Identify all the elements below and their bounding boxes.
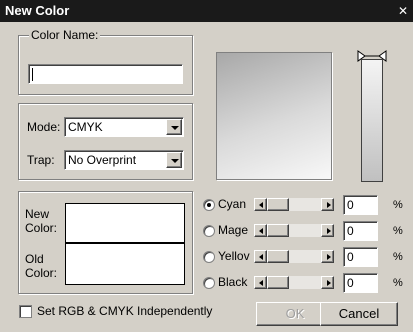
magenta-slider-thumb[interactable] xyxy=(267,224,289,237)
independent-checkbox-label: Set RGB & CMYK Independently xyxy=(37,304,213,318)
black-value: 0 xyxy=(347,276,354,290)
yellow-value: 0 xyxy=(347,250,354,264)
independent-checkbox[interactable] xyxy=(19,305,32,318)
color-picker-field[interactable] xyxy=(216,52,332,180)
chevron-down-icon[interactable] xyxy=(166,119,182,135)
close-icon[interactable]: ✕ xyxy=(397,5,409,17)
black-slider[interactable] xyxy=(254,276,334,289)
magenta-percent-label: % xyxy=(393,225,403,237)
black-percent-label: % xyxy=(393,277,403,289)
yellow-slider-thumb[interactable] xyxy=(267,250,289,263)
new-color-label: New Color: xyxy=(25,207,58,235)
cyan-label: Cyan xyxy=(218,197,247,211)
chevron-down-icon[interactable] xyxy=(166,152,182,168)
arrow-left-icon[interactable] xyxy=(254,198,267,211)
black-slider-thumb[interactable] xyxy=(267,276,289,289)
arrow-left-icon[interactable] xyxy=(254,224,267,237)
arrow-right-icon[interactable] xyxy=(321,250,334,263)
title-bar[interactable]: New Color ✕ xyxy=(0,0,413,22)
magenta-radio[interactable] xyxy=(203,225,215,237)
cancel-button[interactable]: Cancel xyxy=(320,302,398,326)
cyan-value: 0 xyxy=(347,198,354,212)
dialog-title: New Color xyxy=(5,3,70,18)
cyan-percent-label: % xyxy=(393,199,403,211)
black-label: Black xyxy=(218,275,248,289)
arrow-right-icon[interactable] xyxy=(321,198,334,211)
yellow-slider[interactable] xyxy=(254,250,334,263)
text-caret xyxy=(32,68,33,81)
arrow-right-icon[interactable] xyxy=(321,276,334,289)
new-color-swatch xyxy=(66,204,184,242)
arrow-left-icon[interactable] xyxy=(254,276,267,289)
black-value-input[interactable]: 0 xyxy=(343,273,378,293)
yellow-value-input[interactable]: 0 xyxy=(343,247,378,267)
magenta-slider[interactable] xyxy=(254,224,334,237)
cyan-slider-thumb[interactable] xyxy=(267,198,289,211)
cyan-value-input[interactable]: 0 xyxy=(343,195,378,215)
magenta-value: 0 xyxy=(347,224,354,238)
magenta-label: Mage xyxy=(218,223,249,237)
magenta-value-input[interactable]: 0 xyxy=(343,221,378,241)
arrow-right-icon[interactable] xyxy=(321,224,334,237)
color-swatch-frame xyxy=(65,203,185,285)
old-color-label: Old Color: xyxy=(25,252,58,280)
trap-label: Trap: xyxy=(27,153,55,167)
color-name-input[interactable] xyxy=(28,64,183,84)
yellow-radio[interactable] xyxy=(203,251,215,263)
mode-label: Mode: xyxy=(27,120,61,134)
old-color-swatch xyxy=(66,244,184,284)
brightness-slider[interactable] xyxy=(361,59,383,182)
mode-value: CMYK xyxy=(68,120,103,134)
cyan-radio[interactable] xyxy=(203,199,215,211)
cyan-slider[interactable] xyxy=(254,198,334,211)
mode-select[interactable]: CMYK xyxy=(64,117,184,137)
radio-selected-dot xyxy=(207,203,211,207)
yellow-label: Yellov xyxy=(218,249,250,263)
color-name-legend: Color Name: xyxy=(29,28,101,42)
arrow-left-icon[interactable] xyxy=(254,250,267,263)
trap-value: No Overprint xyxy=(68,153,137,167)
trap-select[interactable]: No Overprint xyxy=(64,150,184,170)
yellow-percent-label: % xyxy=(393,251,403,263)
black-radio[interactable] xyxy=(203,277,215,289)
new-color-dialog: New Color ✕ Color Name: Mode: CMYK Trap:… xyxy=(0,0,413,332)
